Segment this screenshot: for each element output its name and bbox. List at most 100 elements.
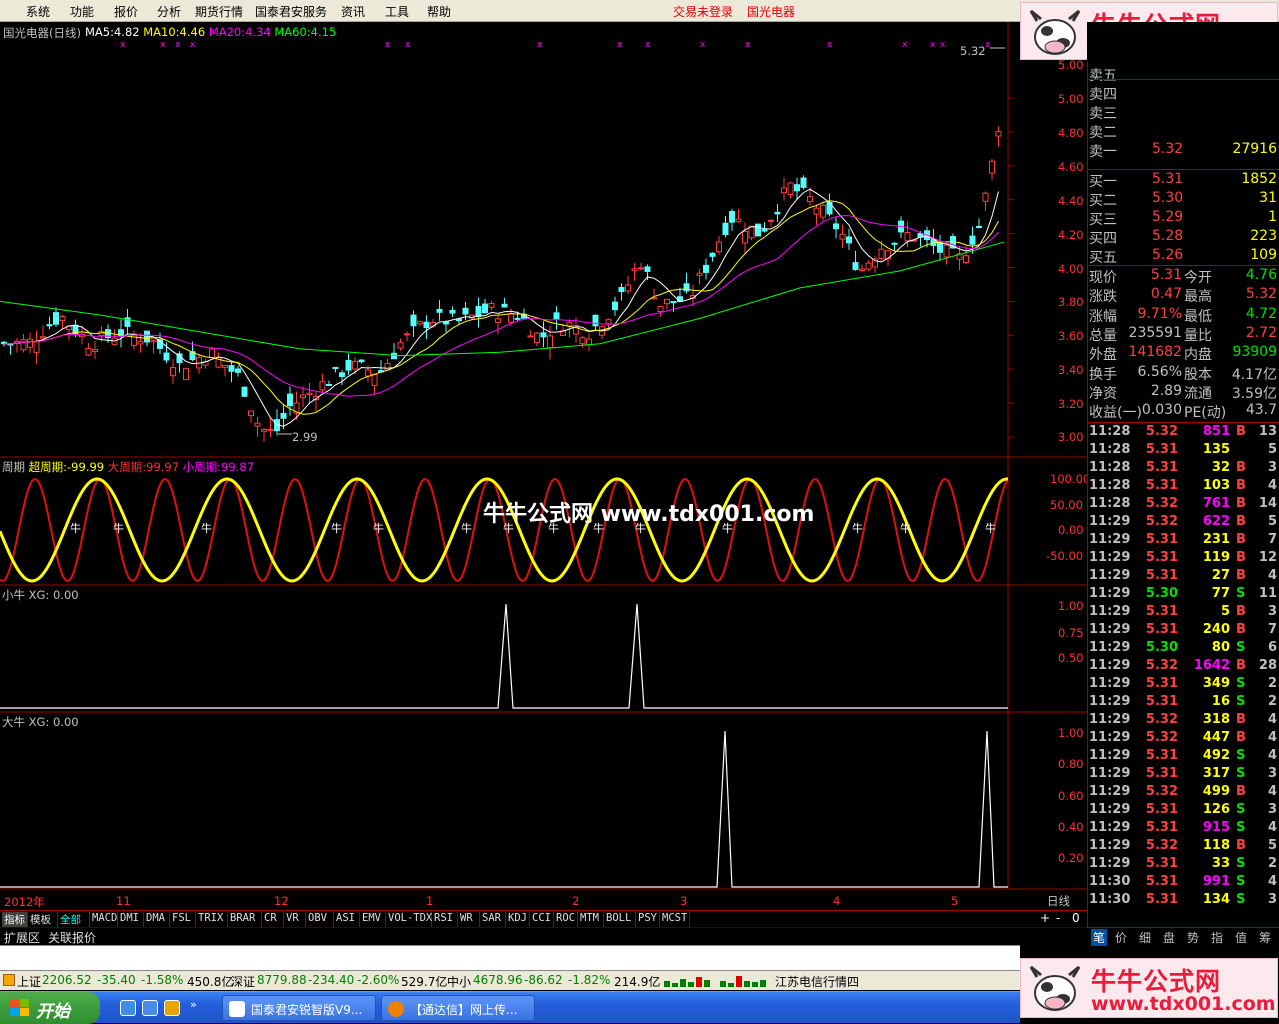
- ask-row[interactable]: 卖三: [1088, 103, 1279, 122]
- x-axis-label: 5: [951, 894, 959, 908]
- trade-time: 11:29: [1089, 856, 1131, 871]
- sz-index-name[interactable]: 深证: [231, 973, 255, 990]
- candle-body: [807, 196, 813, 203]
- trade-volume: 492: [1202, 748, 1230, 763]
- chart-area[interactable]: xxxxxxxxxxxxxxxx牛牛牛牛牛牛牛牛牛牛牛牛牛牛 国光电器(日线) …: [0, 22, 1090, 910]
- indicator-tab-obv[interactable]: OBV: [306, 912, 334, 927]
- browser-icon[interactable]: [142, 1000, 158, 1016]
- sme-index-name[interactable]: 中小: [447, 973, 471, 990]
- ask-row[interactable]: 卖一 5.32 27916: [1088, 141, 1279, 160]
- indicator-tab-psy[interactable]: PSY: [636, 912, 660, 927]
- small-bull-axis-label: 1.00: [1058, 599, 1084, 613]
- indicator-tab-指标[interactable]: 指标: [2, 912, 28, 927]
- ask-label: 卖三: [1089, 106, 1117, 122]
- indicator-tab-mtm[interactable]: MTM: [578, 912, 604, 927]
- taskbar-item-gtja[interactable]: 国泰君安锐智版V9...: [222, 995, 376, 1021]
- app-window-icon: [229, 1001, 245, 1017]
- tab-handicap[interactable]: 盘: [1163, 929, 1175, 946]
- indicator-tab-asi[interactable]: ASI: [334, 912, 360, 927]
- period-label[interactable]: 日线: [1047, 893, 1070, 909]
- menu-function[interactable]: 功能: [70, 3, 94, 20]
- zoom-out-button[interactable]: -: [1056, 911, 1060, 925]
- ask-row[interactable]: 卖四: [1088, 84, 1279, 103]
- indicator-tab-wr[interactable]: WR: [458, 912, 480, 927]
- tab-trend[interactable]: 势: [1187, 929, 1199, 946]
- cow-logo-icon: [1029, 965, 1081, 1011]
- candle-body: [534, 332, 540, 344]
- candle-body: [209, 348, 215, 359]
- ask-row[interactable]: 卖五: [1088, 65, 1279, 84]
- menu-tools[interactable]: 工具: [385, 3, 409, 20]
- indicator-tab-roc[interactable]: ROC: [554, 912, 578, 927]
- candle-body: [670, 301, 677, 304]
- indicator-tab-vr[interactable]: VR: [284, 912, 306, 927]
- indicator-tab-macd[interactable]: MACD: [90, 912, 118, 927]
- indicator-tab-kdj[interactable]: KDJ: [506, 912, 530, 927]
- tab-chips[interactable]: 筹: [1259, 929, 1271, 946]
- indicator-tab-trix[interactable]: TRIX: [196, 912, 228, 927]
- menu-gtja-service[interactable]: 国泰君安服务: [255, 3, 327, 20]
- tab-detail[interactable]: 细: [1139, 929, 1151, 946]
- indicator-tab-boll[interactable]: BOLL: [604, 912, 636, 927]
- indicator-tab-fsl[interactable]: FSL: [170, 912, 196, 927]
- bid-row[interactable]: 买四 5.28 223: [1088, 228, 1279, 247]
- media-icon[interactable]: [164, 1000, 180, 1016]
- bid-row[interactable]: 买一 5.31 1852: [1088, 171, 1279, 190]
- candle-body: [248, 410, 254, 417]
- chevron-right-icon[interactable]: »: [190, 998, 197, 1011]
- candle-body: [768, 219, 774, 222]
- indicator-tab-rsi[interactable]: RSI: [432, 912, 458, 927]
- candle-body: [865, 262, 872, 270]
- sh-index-value: 2206.52: [42, 973, 92, 987]
- indicator-tab-emv[interactable]: EMV: [360, 912, 386, 927]
- stat-label: 收益(一): [1089, 405, 1142, 422]
- indicator-tab-cr[interactable]: CR: [262, 912, 284, 927]
- candle-body: [612, 301, 618, 311]
- indicator-tab-sar[interactable]: SAR: [480, 912, 506, 927]
- big-bull-signal-line: [0, 730, 1008, 888]
- sh-index-name[interactable]: 上证: [17, 973, 41, 990]
- tab-related-quotes[interactable]: 关联报价: [48, 929, 96, 946]
- trade-time: 11:29: [1089, 604, 1131, 619]
- ie-icon[interactable]: [120, 1000, 136, 1016]
- candle-body: [488, 303, 495, 308]
- indicator-tab-brar[interactable]: BRAR: [228, 912, 262, 927]
- tab-price[interactable]: 价: [1115, 929, 1127, 946]
- indicator-tab-全部[interactable]: 全部: [58, 912, 90, 927]
- trade-login-status[interactable]: 交易未登录: [673, 3, 733, 20]
- candle-body: [443, 321, 449, 325]
- menu-analysis[interactable]: 分析: [157, 3, 181, 20]
- indicator-tab-vol-tdx[interactable]: VOL-TDX: [386, 912, 432, 927]
- trade-volume: 27: [1211, 568, 1230, 583]
- menu-quote[interactable]: 报价: [114, 3, 138, 20]
- indicator-tab-模板[interactable]: 模板: [28, 912, 58, 927]
- alert-icon[interactable]: [3, 974, 15, 986]
- start-button[interactable]: 开始: [0, 992, 100, 1024]
- indicator-tab-bar: 指标 模板 全部 MACD DMI DMA FSL TRIX BRAR CR VR OBV ASI EMV…: [0, 910, 1087, 927]
- trade-price: 5.31: [1145, 460, 1178, 475]
- menu-futures[interactable]: 期货行情: [195, 3, 243, 20]
- candle-body: [358, 359, 365, 363]
- bid-row[interactable]: 买五 5.26 109: [1088, 247, 1279, 266]
- menu-system[interactable]: 系统: [26, 3, 50, 20]
- indicator-tab-mcst[interactable]: MCST: [660, 912, 690, 927]
- taskbar-item-tdx[interactable]: 【通达信】网上传...: [381, 995, 535, 1021]
- trade-time: 11:29: [1089, 532, 1131, 547]
- menu-help[interactable]: 帮助: [427, 3, 451, 20]
- indicator-tab-cci[interactable]: CCI: [530, 912, 554, 927]
- zoom-reset-button[interactable]: 0: [1072, 911, 1080, 925]
- bid-row[interactable]: 买二 5.30 31: [1088, 190, 1279, 209]
- tab-trades[interactable]: 笔: [1091, 929, 1108, 946]
- indicator-tab-dmi[interactable]: DMI: [118, 912, 144, 927]
- zoom-in-button[interactable]: +: [1040, 911, 1050, 925]
- bull-signal-mark: 牛: [331, 521, 342, 535]
- cycle-axis-label: 50.00: [1050, 498, 1083, 512]
- server-name[interactable]: 江苏电信行情四: [775, 973, 859, 990]
- bid-row[interactable]: 买三 5.29 1: [1088, 209, 1279, 228]
- ask-row[interactable]: 卖二: [1088, 122, 1279, 141]
- tab-index[interactable]: 指: [1211, 929, 1223, 946]
- tab-value[interactable]: 值: [1235, 929, 1247, 946]
- indicator-tab-dma[interactable]: DMA: [144, 912, 170, 927]
- tab-extension-area[interactable]: 扩展区: [4, 929, 40, 946]
- menu-news[interactable]: 资讯: [341, 3, 365, 20]
